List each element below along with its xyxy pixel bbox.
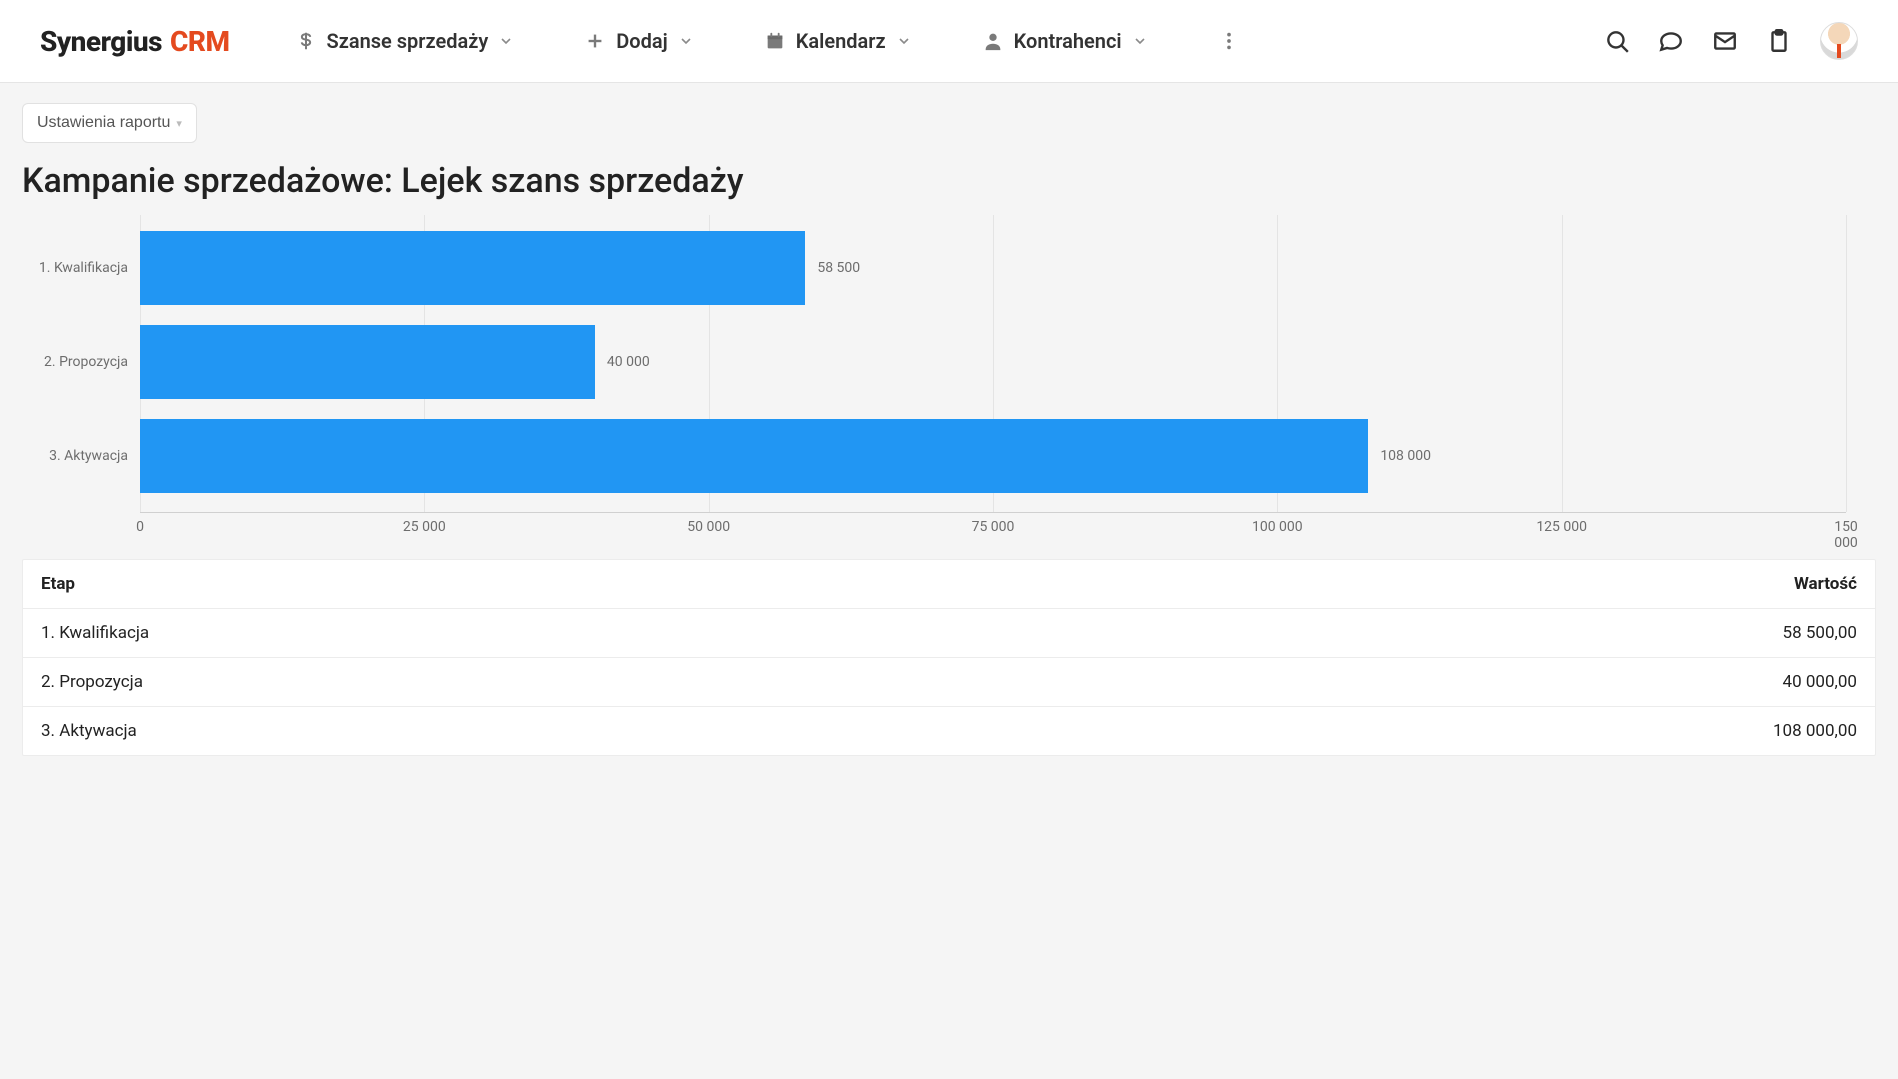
nav-more[interactable] xyxy=(1208,24,1250,58)
chart-category-label: 3. Aktywacja xyxy=(49,448,128,464)
clipboard-icon[interactable] xyxy=(1766,28,1792,54)
report-settings-button[interactable]: Ustawienia raportu ▾ xyxy=(22,103,197,143)
cell-stage: 3. Aktywacja xyxy=(41,721,137,741)
nav-contractors[interactable]: Kontrahenci xyxy=(972,23,1158,59)
cell-stage: 1. Kwalifikacja xyxy=(41,623,149,643)
chat-icon[interactable] xyxy=(1658,28,1684,54)
main-nav: Szanse sprzedaży Dodaj Kalendarz xyxy=(285,23,1250,59)
chart-value-label: 108 000 xyxy=(1380,448,1431,464)
mail-icon[interactable] xyxy=(1712,28,1738,54)
dots-vertical-icon xyxy=(1218,30,1240,52)
brand-part2: CRM xyxy=(170,25,229,58)
cell-value: 58 500,00 xyxy=(1783,623,1857,643)
chart-bar xyxy=(140,325,595,399)
chart-category-label: 2. Propozycja xyxy=(44,354,128,370)
plus-icon xyxy=(584,30,606,52)
chart-grid-line xyxy=(1846,215,1847,512)
chevron-down-icon: ▾ xyxy=(176,117,182,130)
chart-x-tick: 150 000 xyxy=(1834,519,1858,551)
nav-label: Dodaj xyxy=(616,29,667,53)
dollar-icon xyxy=(295,30,317,52)
nav-add[interactable]: Dodaj xyxy=(574,23,703,59)
topbar-right xyxy=(1604,22,1858,60)
funnel-bar-chart: 1. Kwalifikacja58 500 2. Propozycja40 000… xyxy=(140,215,1846,513)
chart-x-tick: 125 000 xyxy=(1536,519,1587,535)
nav-calendar[interactable]: Kalendarz xyxy=(754,23,922,59)
chart-x-tick: 50 000 xyxy=(687,519,730,535)
chevron-down-icon xyxy=(498,33,514,49)
chevron-down-icon xyxy=(1132,33,1148,49)
chart-value-label: 40 000 xyxy=(607,354,650,370)
chart-bar-row: 1. Kwalifikacja58 500 xyxy=(140,231,1846,305)
chart-container: 1. Kwalifikacja58 5002. Propozycja40 000… xyxy=(22,215,1876,541)
avatar[interactable] xyxy=(1820,22,1858,60)
topbar: Synergius CRM Szanse sprzedaży Dodaj xyxy=(0,0,1898,83)
table-row: 1. Kwalifikacja 58 500,00 xyxy=(23,608,1875,657)
chart-bar-row: 3. Aktywacja108 000 xyxy=(140,419,1846,493)
chart-x-axis: 025 00050 00075 000100 000125 000150 000 xyxy=(140,513,1846,541)
cell-value: 40 000,00 xyxy=(1783,672,1857,692)
header-stage: Etap xyxy=(41,574,75,594)
nav-sales-opportunities[interactable]: Szanse sprzedaży xyxy=(285,23,525,59)
page-body: Ustawienia raportu ▾ Kampanie sprzedażow… xyxy=(0,83,1898,796)
data-table: Etap Wartość 1. Kwalifikacja 58 500,00 2… xyxy=(22,559,1876,756)
report-settings-label: Ustawienia raportu xyxy=(37,114,170,132)
report-title: Kampanie sprzedażowe: Lejek szans sprzed… xyxy=(22,161,1876,201)
table-header-row: Etap Wartość xyxy=(23,560,1875,608)
cell-stage: 2. Propozycja xyxy=(41,672,143,692)
cell-value: 108 000,00 xyxy=(1773,721,1857,741)
chevron-down-icon xyxy=(678,33,694,49)
nav-label: Szanse sprzedaży xyxy=(327,29,489,53)
chart-x-tick: 25 000 xyxy=(403,519,446,535)
chart-bar xyxy=(140,419,1368,493)
chart-x-tick: 0 xyxy=(136,519,144,535)
calendar-icon xyxy=(764,30,786,52)
brand-logo[interactable]: Synergius CRM xyxy=(40,25,230,58)
chevron-down-icon xyxy=(896,33,912,49)
person-icon xyxy=(982,30,1004,52)
chart-category-label: 1. Kwalifikacja xyxy=(39,260,128,276)
chart-bar xyxy=(140,231,805,305)
chart-x-tick: 100 000 xyxy=(1252,519,1303,535)
search-icon[interactable] xyxy=(1604,28,1630,54)
table-row: 3. Aktywacja 108 000,00 xyxy=(23,706,1875,755)
table-row: 2. Propozycja 40 000,00 xyxy=(23,657,1875,706)
chart-bar-row: 2. Propozycja40 000 xyxy=(140,325,1846,399)
header-value: Wartość xyxy=(1794,574,1857,594)
nav-label: Kontrahenci xyxy=(1014,29,1122,53)
nav-label: Kalendarz xyxy=(796,29,886,53)
brand-part1: Synergius xyxy=(40,25,162,58)
chart-value-label: 58 500 xyxy=(817,260,860,276)
chart-x-tick: 75 000 xyxy=(972,519,1015,535)
